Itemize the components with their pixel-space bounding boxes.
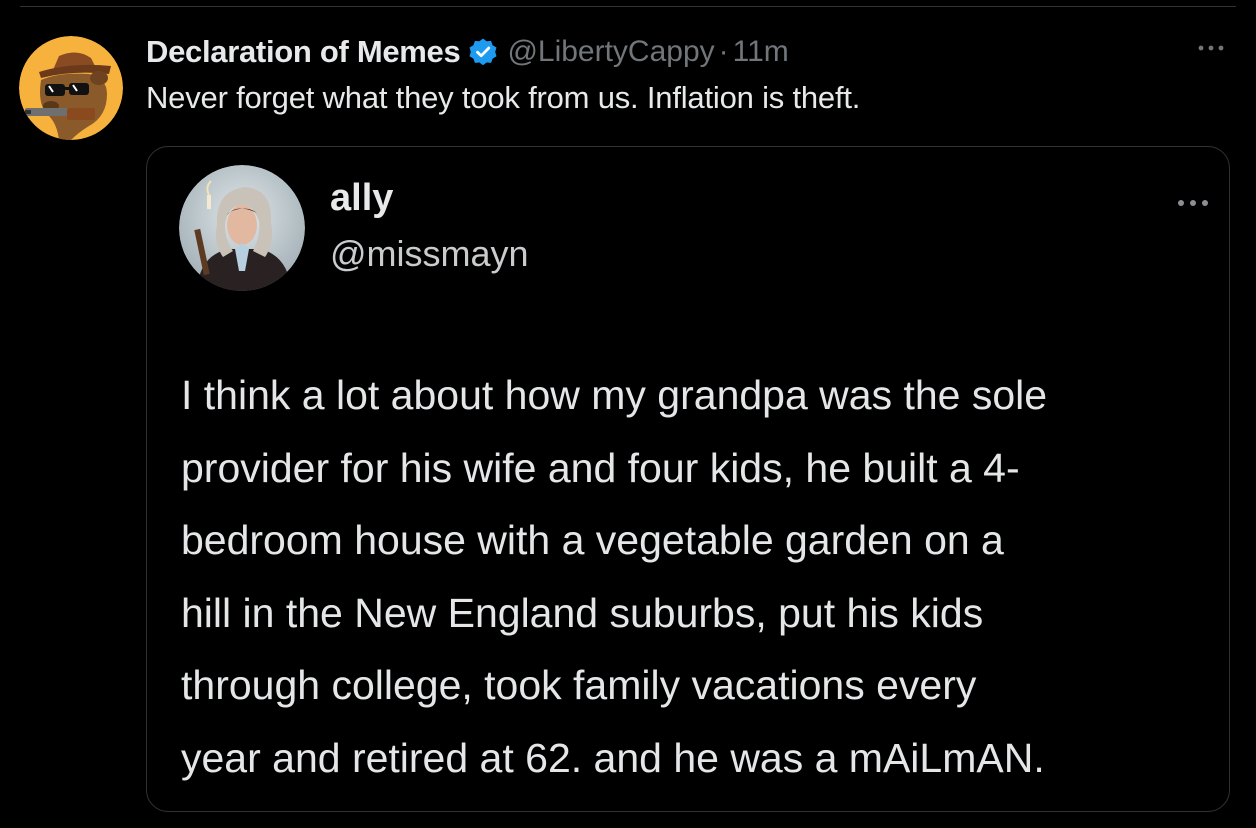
quoted-text-line: hill in the New England suburbs, put his… bbox=[181, 589, 984, 636]
more-options-button[interactable] bbox=[1196, 36, 1226, 60]
quoted-author-avatar[interactable] bbox=[179, 165, 305, 291]
top-divider bbox=[20, 6, 1236, 7]
quoted-text-line: I think a lot about how my grandpa was t… bbox=[181, 372, 1048, 418]
quoted-tweet-card[interactable]: ally @missmayn I think a lot about how m… bbox=[146, 146, 1230, 812]
quoted-author-display-name[interactable]: ally bbox=[330, 177, 393, 220]
tweet-header: Declaration of Memes @LibertyCappy · 11m bbox=[146, 30, 789, 74]
more-options-icon bbox=[1198, 45, 1224, 51]
tweet-timestamp[interactable]: 11m bbox=[733, 35, 789, 69]
author-display-name[interactable]: Declaration of Memes bbox=[146, 34, 461, 70]
quoted-more-options-button[interactable] bbox=[1175, 193, 1211, 213]
author-avatar[interactable] bbox=[19, 36, 123, 140]
quoted-text-line: provider for his wife and four kids, he … bbox=[181, 444, 1020, 491]
author-handle[interactable]: @LibertyCappy bbox=[507, 35, 714, 69]
verified-badge-icon[interactable] bbox=[468, 37, 498, 67]
quoted-tweet-text: I think a lot about how my grandpa was t… bbox=[181, 359, 1221, 794]
separator-dot: · bbox=[718, 35, 729, 68]
quoted-text-line: year and retired at 62. and he was a mAi… bbox=[181, 734, 1045, 781]
quoted-text-line: through college, took family vacations e… bbox=[181, 662, 977, 708]
more-options-icon bbox=[1178, 200, 1208, 206]
quoted-author-handle[interactable]: @missmayn bbox=[330, 233, 529, 275]
woman-headscarf-avatar-icon bbox=[179, 165, 305, 291]
tweet-text: Never forget what they took from us. Inf… bbox=[146, 80, 861, 115]
capybara-sunglasses-avatar-icon bbox=[19, 36, 123, 140]
quoted-text-line: bedroom house with a vegetable garden on… bbox=[181, 517, 1004, 563]
